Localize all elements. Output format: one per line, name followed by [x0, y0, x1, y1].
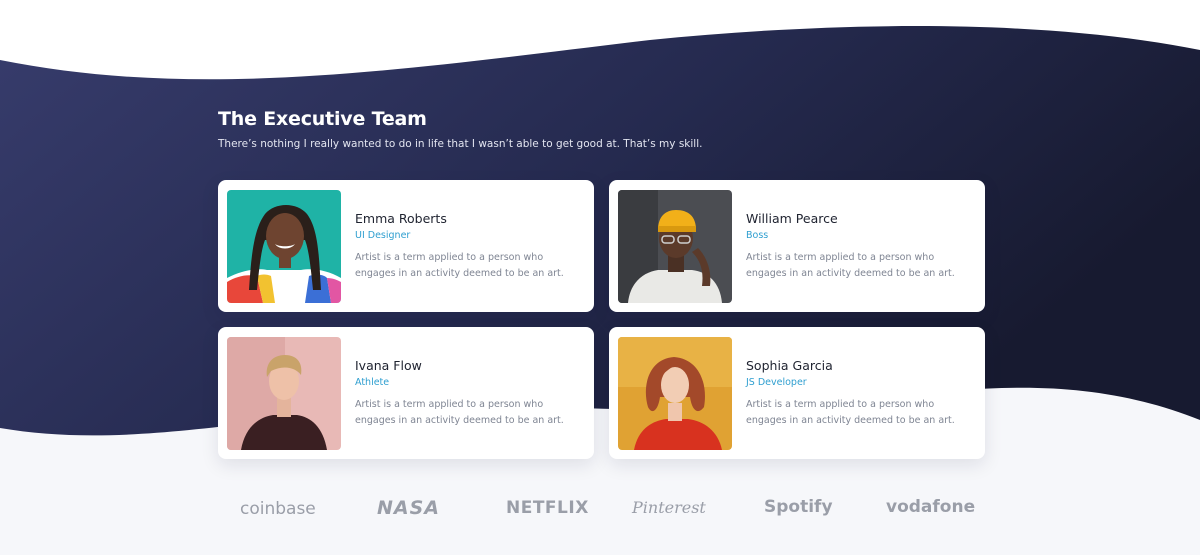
team-member-photo	[618, 190, 732, 303]
team-member-role: Athlete	[355, 376, 390, 388]
team-member-name: Ivana Flow	[355, 357, 422, 373]
spotify-logo: Spotify	[764, 497, 833, 517]
team-member-role: JS Developer	[746, 376, 807, 388]
team-member-description: Artist is a term applied to a person who…	[355, 398, 564, 426]
team-member-name: William Pearce	[746, 210, 838, 226]
team-card-william-pearce[interactable]: William Pearce Boss Artist is a term app…	[609, 180, 985, 312]
coinbase-logo: coinbase	[240, 499, 316, 519]
team-member-description: Artist is a term applied to a person who…	[746, 251, 955, 279]
team-member-name: Sophia Garcia	[746, 357, 833, 373]
team-member-photo	[227, 190, 341, 303]
team-member-role: Boss	[746, 229, 769, 241]
netflix-logo: NETFLIX	[506, 498, 589, 518]
pinterest-logo: Pinterest	[632, 498, 706, 517]
team-member-info: Sophia Garcia JS Developer Artist is a t…	[746, 327, 971, 459]
team-member-description: Artist is a term applied to a person who…	[746, 398, 955, 426]
team-member-info: William Pearce Boss Artist is a term app…	[746, 180, 971, 312]
team-card-emma-roberts[interactable]: Emma Roberts UI Designer Artist is a ter…	[218, 180, 594, 312]
team-member-role: UI Designer	[355, 229, 411, 241]
team-card-sophia-garcia[interactable]: Sophia Garcia JS Developer Artist is a t…	[609, 327, 985, 459]
nasa-logo: NASA	[377, 497, 440, 519]
team-member-info: Emma Roberts UI Designer Artist is a ter…	[355, 180, 580, 312]
section-subtitle: There’s nothing I really wanted to do in…	[218, 138, 703, 150]
team-member-photo	[618, 337, 732, 450]
executive-team-section: The Executive Team There’s nothing I rea…	[218, 0, 985, 555]
section-title: The Executive Team	[218, 108, 427, 130]
team-member-description: Artist is a term applied to a person who…	[355, 251, 564, 279]
team-card-ivana-flow[interactable]: Ivana Flow Athlete Artist is a term appl…	[218, 327, 594, 459]
team-member-photo	[227, 337, 341, 450]
partner-logos: coinbase NASA NETFLIX Pinterest Spotify …	[218, 496, 985, 522]
vodafone-logo: vodafone	[886, 497, 976, 517]
team-member-name: Emma Roberts	[355, 210, 447, 226]
team-member-info: Ivana Flow Athlete Artist is a term appl…	[355, 327, 580, 459]
